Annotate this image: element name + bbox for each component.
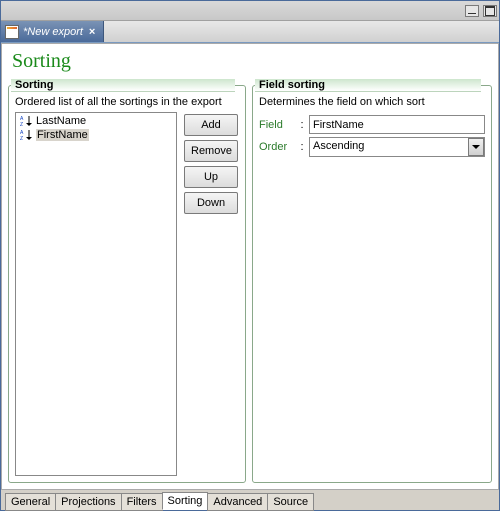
order-select[interactable]: Ascending xyxy=(309,137,485,157)
content-area: Sorting Sorting Ordered list of all the … xyxy=(1,43,499,490)
editor-tab-bar: *New export × xyxy=(1,21,499,43)
panels-row: Sorting Ordered list of all the sortings… xyxy=(2,79,498,489)
field-sorting-desc: Determines the field on which sort xyxy=(259,94,485,112)
list-item-label: LastName xyxy=(36,115,86,127)
remove-button[interactable]: Remove xyxy=(184,140,238,162)
colon: : xyxy=(299,119,305,131)
list-item[interactable]: AZFirstName xyxy=(17,128,175,142)
add-button[interactable]: Add xyxy=(184,114,238,136)
field-input[interactable] xyxy=(309,115,485,134)
down-button[interactable]: Down xyxy=(184,192,238,214)
field-label: Field xyxy=(259,119,295,131)
up-button[interactable]: Up xyxy=(184,166,238,188)
export-file-icon xyxy=(5,25,19,39)
page-title: Sorting xyxy=(2,44,498,79)
sorting-panel: Sorting Ordered list of all the sortings… xyxy=(8,79,246,483)
tab-general[interactable]: General xyxy=(5,493,56,511)
sorting-panel-desc: Ordered list of all the sortings in the … xyxy=(15,94,239,112)
maximize-button[interactable] xyxy=(483,5,497,17)
sorting-list[interactable]: AZLastNameAZFirstName xyxy=(15,112,177,476)
chevron-down-icon[interactable] xyxy=(468,138,484,156)
svg-text:Z: Z xyxy=(20,122,23,127)
tab-filters[interactable]: Filters xyxy=(121,493,163,511)
list-item[interactable]: AZLastName xyxy=(17,114,175,128)
editor-tab-new-export[interactable]: *New export × xyxy=(1,21,104,42)
list-item-label: FirstName xyxy=(36,129,89,141)
tab-projections[interactable]: Projections xyxy=(55,493,121,511)
field-sorting-panel: Field sorting Determines the field on wh… xyxy=(252,79,492,483)
sort-asc-icon: AZ xyxy=(19,129,33,141)
minimize-button[interactable] xyxy=(465,5,479,17)
sorting-buttons: Add Remove Up Down xyxy=(183,112,239,476)
svg-text:Z: Z xyxy=(20,136,23,141)
field-sorting-title: Field sorting xyxy=(255,79,481,92)
bottom-tab-bar: GeneralProjectionsFiltersSortingAdvanced… xyxy=(1,490,499,510)
app-window: *New export × Sorting Sorting Ordered li… xyxy=(0,0,500,511)
close-tab-icon[interactable]: × xyxy=(87,26,97,38)
sorting-panel-title: Sorting xyxy=(11,79,235,92)
order-select-value: Ascending xyxy=(309,137,485,157)
editor-tab-label: *New export xyxy=(23,26,83,38)
order-row: Order : Ascending xyxy=(259,137,485,157)
sort-asc-icon: AZ xyxy=(19,115,33,127)
colon: : xyxy=(299,141,305,153)
tab-advanced[interactable]: Advanced xyxy=(207,493,268,511)
window-titlebar xyxy=(1,1,499,21)
order-label: Order xyxy=(259,141,295,153)
field-row: Field : xyxy=(259,115,485,134)
sorting-body: AZLastNameAZFirstName Add Remove Up Down xyxy=(15,112,239,476)
tab-sorting[interactable]: Sorting xyxy=(162,492,209,510)
tab-source[interactable]: Source xyxy=(267,493,314,511)
